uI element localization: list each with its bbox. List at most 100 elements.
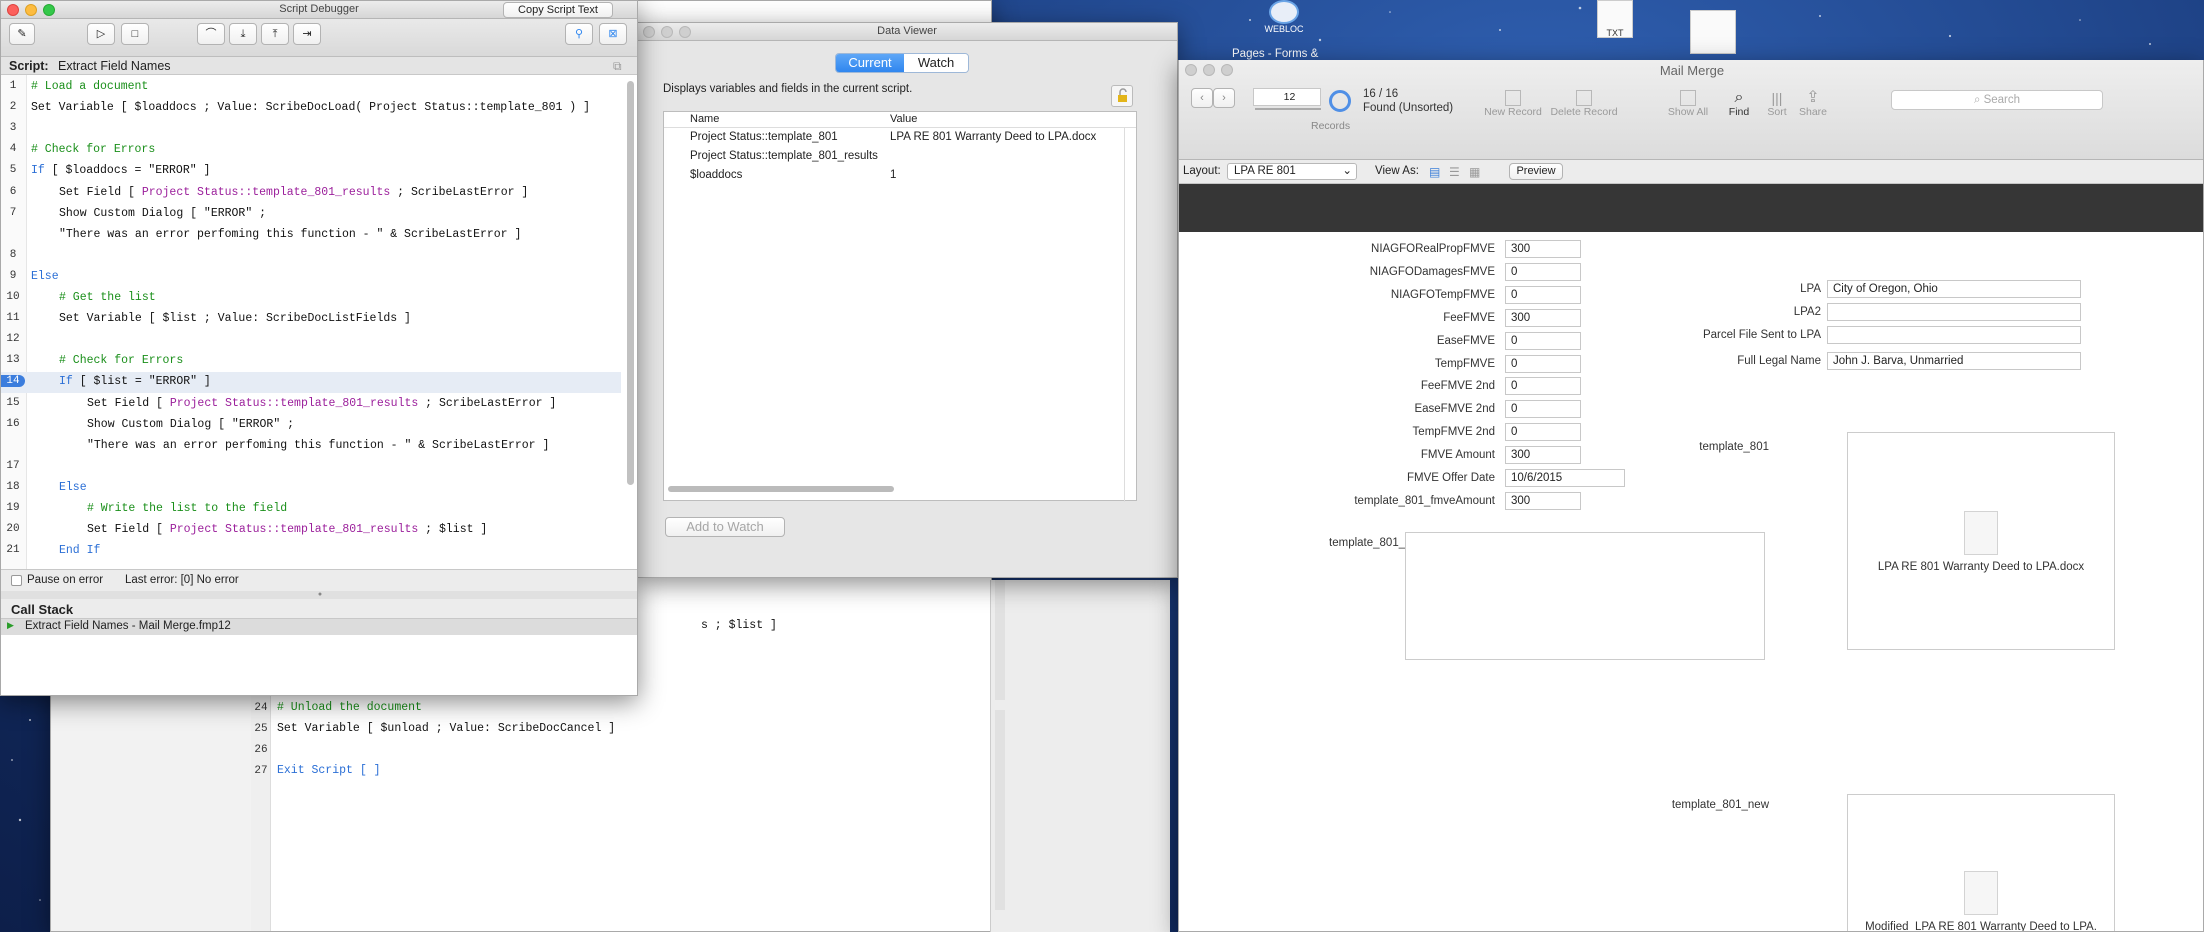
tab-watch[interactable]: Watch (904, 54, 968, 72)
code-line[interactable]: 11 Set Variable [ $list ; Value: ScribeDo… (1, 309, 621, 330)
window-controls[interactable] (643, 26, 691, 38)
line-number[interactable]: 18 (1, 481, 25, 493)
document-file-icon[interactable] (1690, 10, 1736, 54)
record-slider[interactable] (1255, 108, 1321, 110)
code-line[interactable]: 8 (1, 246, 621, 267)
template-801-new-container[interactable]: Modified_LPA RE 801 Warranty Deed to LPA… (1847, 794, 2115, 931)
search-field[interactable]: ⌕ Search (1891, 90, 2103, 110)
vertical-scrollbar[interactable] (627, 81, 634, 485)
step-over-icon[interactable]: ⌒ (197, 23, 225, 45)
code-line[interactable]: 7 Show Custom Dialog [ "ERROR" ; (1, 204, 621, 225)
code-line[interactable]: 12 (1, 330, 621, 351)
add-to-watch-button[interactable]: Add to Watch (665, 517, 785, 537)
line-number[interactable]: 17 (1, 460, 25, 472)
field-input[interactable]: City of Oregon, Ohio (1827, 280, 2081, 298)
record-number-field[interactable]: 12 (1253, 88, 1321, 106)
template-801-container[interactable]: LPA RE 801 Warranty Deed to LPA.docx (1847, 432, 2115, 650)
line-number[interactable]: 12 (1, 333, 25, 345)
preview-button[interactable]: Preview (1509, 163, 1563, 180)
line-number[interactable]: 11 (1, 312, 25, 324)
table-row[interactable]: Project Status::template_801 LPA RE 801 W… (664, 130, 1124, 148)
data-viewer-icon[interactable]: ⊠ (599, 23, 627, 45)
forward-arrow-icon[interactable]: › (1213, 88, 1235, 108)
code-line[interactable]: 3 (1, 119, 621, 140)
line-number[interactable]: 16 (1, 418, 25, 430)
code-line[interactable]: "There was an error perfoming this funct… (1, 436, 621, 457)
line-number[interactable]: 5 (1, 164, 25, 176)
horizontal-scrollbar[interactable] (668, 486, 894, 492)
line-number[interactable]: 7 (1, 207, 25, 219)
code-line[interactable]: 2 Set Variable [ $loaddocs ; Value: Scrib… (1, 98, 621, 119)
find-tool[interactable]: ⌕ Find (1719, 90, 1759, 119)
line-number[interactable]: 14 (1, 375, 25, 388)
line-number[interactable]: 13 (1, 354, 25, 366)
layout-select[interactable]: LPA RE 801 ⌄ (1227, 163, 1357, 180)
code-line[interactable]: 9 Else (1, 267, 621, 288)
code-line[interactable]: 17 (1, 457, 621, 478)
line-number[interactable]: 10 (1, 291, 25, 303)
code-line[interactable]: 6 Set Field [ Project Status::template_80… (1, 183, 621, 204)
table-row[interactable]: Project Status::template_801_results (664, 149, 1124, 167)
set-next-step-icon[interactable]: ⇥ (293, 23, 321, 45)
step-out-icon[interactable]: ⤒ (261, 23, 289, 45)
code-line[interactable]: 13 # Check for Errors (1, 351, 621, 372)
field-input[interactable]: John J. Barva, Unmarried (1827, 352, 2081, 370)
code-line[interactable]: 5 If [ $loaddocs = "ERROR" ] (1, 161, 621, 182)
code-line[interactable]: "There was an error perfoming this funct… (1, 225, 621, 246)
pages-folder-label[interactable]: Pages - Forms & (1232, 48, 1318, 60)
pause-on-error-checkbox[interactable] (11, 575, 22, 586)
code-line[interactable]: 10 # Get the list (1, 288, 621, 309)
share-tool[interactable]: ⇪ Share (1793, 90, 1833, 119)
copy-script-text-button[interactable]: Copy Script Text (503, 2, 613, 18)
table-row[interactable]: $loaddocs 1 (664, 168, 1124, 186)
breakpoint-icon[interactable]: ⚲ (565, 23, 593, 45)
table-view-icon[interactable]: ▦ (1469, 165, 1480, 179)
code-line[interactable]: 1 # Load a document (1, 77, 621, 98)
split-handle[interactable]: ● (1, 591, 637, 599)
field-input[interactable] (1827, 326, 2081, 344)
line-number[interactable]: 15 (1, 397, 25, 409)
window-controls[interactable] (7, 4, 55, 16)
field-input[interactable]: 300 (1505, 491, 1581, 510)
field-input[interactable] (1827, 303, 2081, 321)
field-input[interactable]: 0 (1505, 262, 1581, 281)
line-number[interactable]: 21 (1, 544, 25, 556)
line-number[interactable]: 19 (1, 502, 25, 514)
code-line[interactable]: 4 # Check for Errors (1, 140, 621, 161)
line-number[interactable]: 4 (1, 143, 25, 155)
line-number[interactable]: 3 (1, 122, 25, 134)
run-icon[interactable]: ▷ (87, 23, 115, 45)
lock-icon[interactable] (1111, 85, 1133, 107)
field-input[interactable]: 0 (1505, 377, 1581, 396)
webloc-file-icon[interactable]: WEBLOC (1264, 0, 1304, 36)
new-record-tool[interactable]: New Record (1483, 90, 1543, 118)
call-stack-row[interactable]: ▶ Extract Field Names - Mail Merge.fmp12 (1, 619, 637, 635)
field-input[interactable]: 300 (1505, 240, 1581, 258)
code-line[interactable]: 21 End If (1, 541, 621, 562)
line-number[interactable]: 8 (1, 249, 25, 261)
line-number[interactable]: 6 (1, 186, 25, 198)
sort-tool[interactable]: ||| Sort (1759, 90, 1795, 118)
code-line[interactable]: 16 Show Custom Dialog [ "ERROR" ; (1, 415, 621, 436)
form-view-icon[interactable]: ▤ (1429, 165, 1440, 179)
txt-file-icon[interactable]: TXT (1590, 0, 1640, 50)
line-number[interactable]: 9 (1, 270, 25, 282)
pie-chart-icon[interactable] (1329, 90, 1351, 112)
code-line[interactable]: 14 If [ $list = "ERROR" ] (1, 372, 621, 394)
template-801-results-field[interactable] (1405, 532, 1765, 660)
column-name-header[interactable]: Name (690, 113, 719, 125)
list-view-icon[interactable]: ☰ (1449, 165, 1460, 179)
field-input[interactable]: 0 (1505, 400, 1581, 419)
code-line[interactable]: 15 Set Field [ Project Status::template_8… (1, 394, 621, 415)
halt-icon[interactable]: □ (121, 23, 149, 45)
back-arrow-icon[interactable]: ‹ (1191, 88, 1213, 108)
line-number[interactable]: 1 (1, 80, 25, 92)
field-input[interactable]: 10/6/2015 (1505, 469, 1625, 487)
tab-current[interactable]: Current (836, 54, 904, 72)
line-number[interactable]: 2 (1, 101, 25, 113)
step-into-icon[interactable]: ⤓ (229, 23, 257, 45)
delete-record-tool[interactable]: Delete Record (1549, 90, 1619, 118)
code-line[interactable]: 19 # Write the list to the field (1, 499, 621, 520)
line-number[interactable]: 20 (1, 523, 25, 535)
column-value-header[interactable]: Value (890, 113, 917, 125)
